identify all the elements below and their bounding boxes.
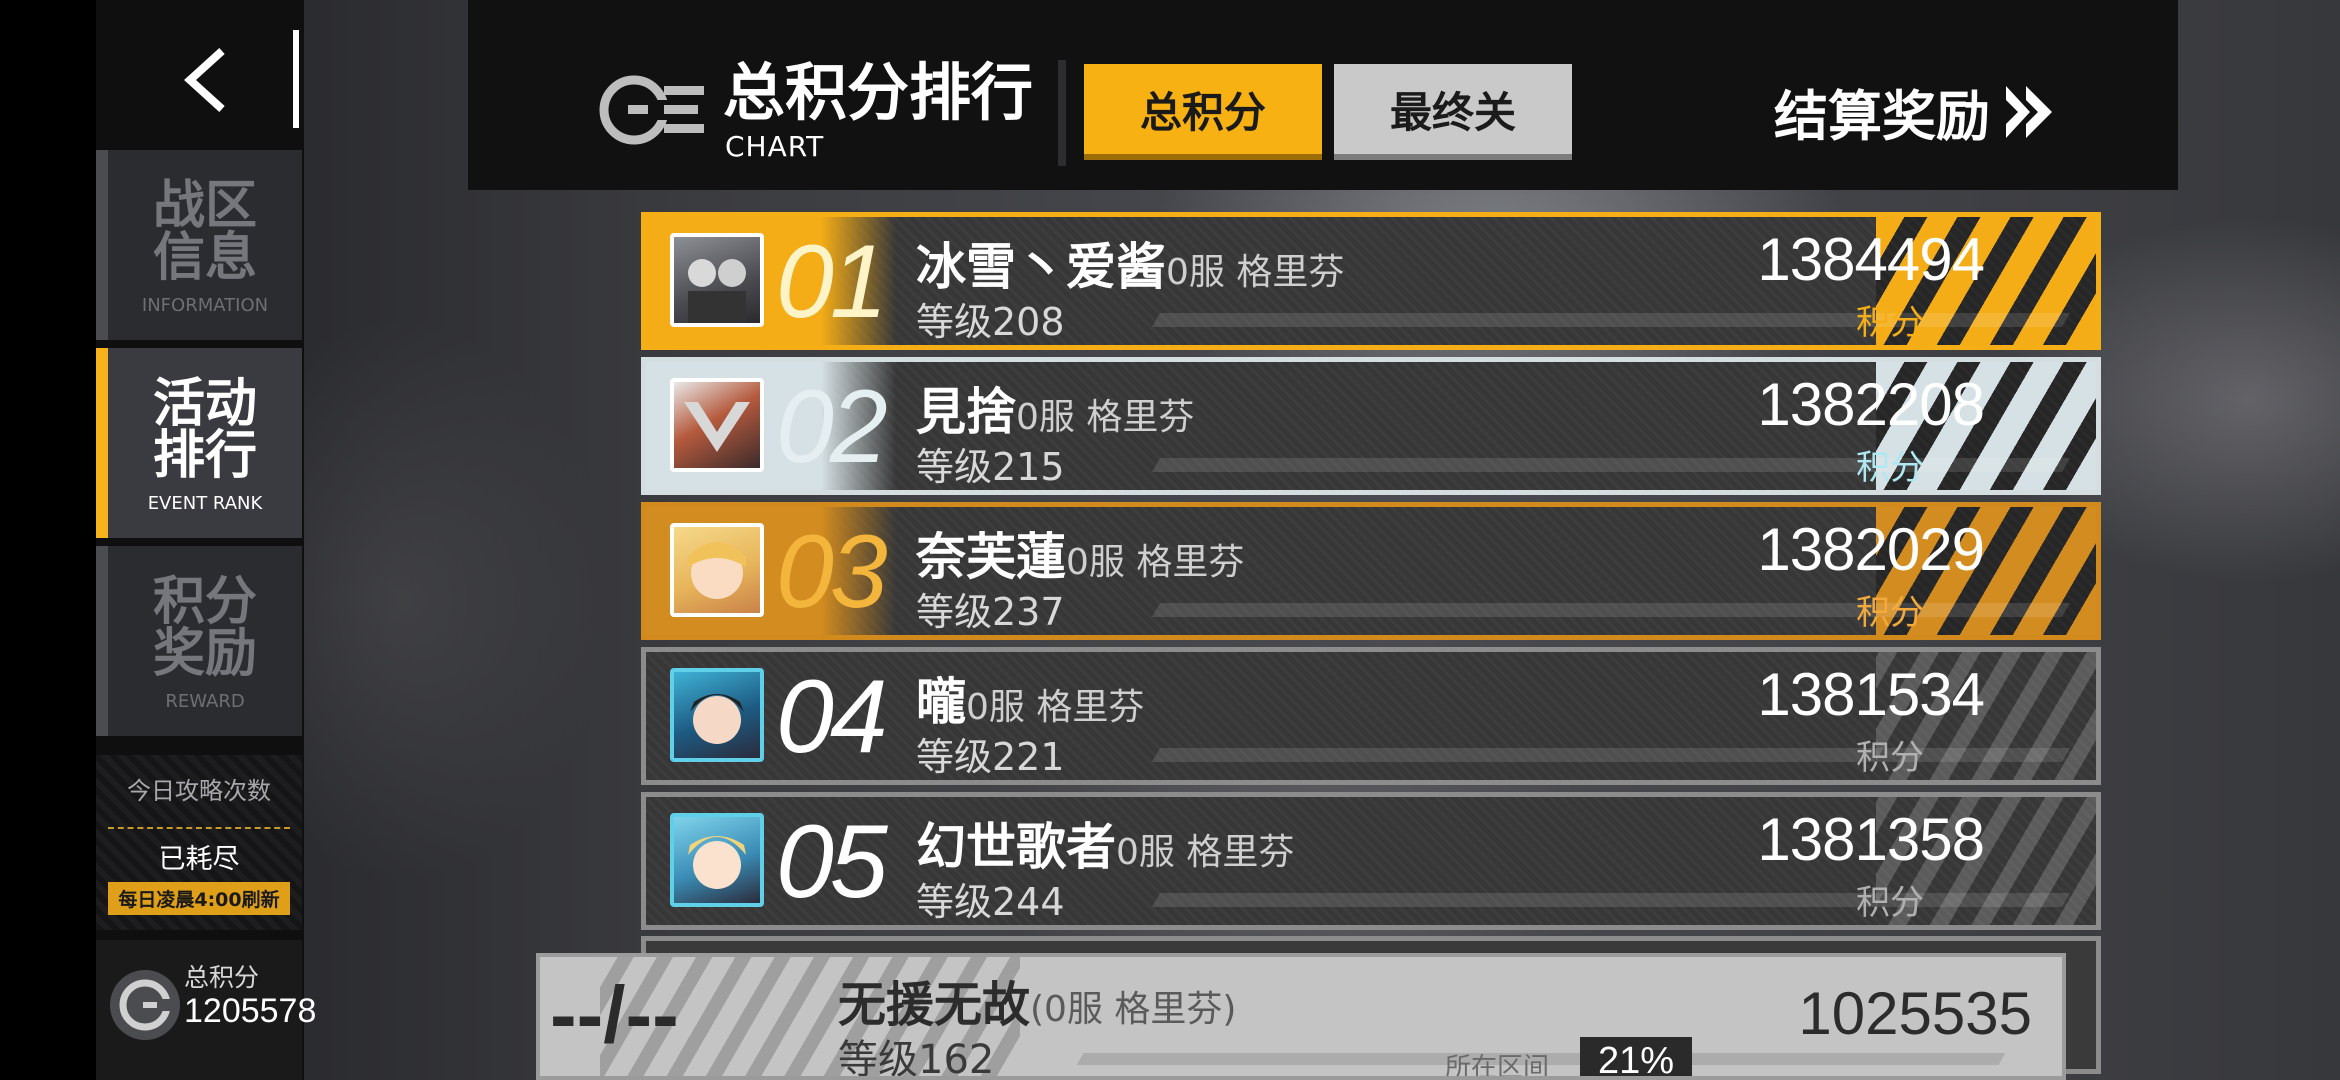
- header-bar: 总积分排行 CHART 总积分 最终关 结算奖励: [468, 0, 2178, 190]
- avatar: [670, 813, 764, 907]
- score-label: 积分: [1856, 303, 1924, 343]
- avatar: [670, 523, 764, 617]
- player-server: 0服 格里芬: [1016, 397, 1195, 438]
- left-margin: [0, 0, 96, 1080]
- player-name: 曨0服 格里芬: [916, 672, 1145, 731]
- sidebar-indicator: [96, 546, 108, 736]
- rank-number: 02: [776, 369, 888, 485]
- my-player-score: 1025535: [1798, 980, 2032, 1047]
- player-name: 冰雪丶爱酱0服 格里芬: [916, 237, 1345, 296]
- sidebar-item-label: 积分 奖励: [152, 571, 257, 684]
- player-server: 0服 格里芬: [966, 687, 1145, 728]
- page-subtitle: CHART: [725, 130, 825, 163]
- ranking-row[interactable]: 01 冰雪丶爱酱0服 格里芬 等级208 1384494 积分: [641, 212, 2101, 350]
- chart-logo-icon: [110, 970, 180, 1040]
- player-level: 等级237: [916, 590, 1065, 634]
- back-button[interactable]: [175, 45, 235, 115]
- my-player-server: (0服 格里芬): [1030, 989, 1237, 1030]
- my-player-name: 无援无故(0服 格里芬): [838, 977, 1237, 1033]
- page-title: 总积分排行: [723, 56, 1034, 129]
- rank-number: 03: [776, 514, 888, 630]
- player-score: 1381358: [1757, 806, 1985, 873]
- player-server: 0服 格里芬: [1066, 542, 1245, 583]
- player-score: 1382208: [1757, 371, 1985, 438]
- my-interval-value: 21%: [1580, 1037, 1692, 1076]
- ranking-row[interactable]: 04 曨0服 格里芬 等级221 1381534 积分: [641, 647, 2101, 785]
- my-interval-label: 所在区间: [1445, 1053, 1550, 1080]
- daily-attempts-status: 已耗尽 每日凌晨4:00刷新: [108, 827, 290, 915]
- daily-attempts-panel: 今日攻略次数 已耗尽 每日凌晨4:00刷新: [96, 755, 302, 930]
- rank-number: 04: [776, 659, 888, 775]
- back-separator: [293, 30, 299, 128]
- settle-rewards-button[interactable]: 结算奖励: [1774, 72, 2054, 151]
- total-score-label: 总积分: [184, 963, 260, 992]
- double-chevron-right-icon: [2006, 85, 2052, 138]
- my-rank-row: --/-- 无援无故(0服 格里芬) 等级162 1025535 所在区间 21…: [536, 953, 2066, 1080]
- daily-used-label: 已耗尽: [158, 844, 240, 875]
- avatar: [670, 668, 764, 762]
- player-score: 1381534: [1757, 661, 1985, 728]
- player-level: 等级244: [916, 880, 1065, 924]
- row-bar: [1151, 748, 2071, 762]
- settle-rewards-label: 结算奖励: [1774, 84, 1990, 148]
- chart-logo-icon: [599, 75, 704, 145]
- player-server: 0服 格里芬: [1166, 252, 1345, 293]
- ranking-row[interactable]: 02 見捨0服 格里芬 等级215 1382208 积分: [641, 357, 2101, 495]
- sidebar-item-sublabel: EVENT RANK: [147, 493, 263, 514]
- tab-final-stage[interactable]: 最终关: [1334, 64, 1572, 160]
- row-bar: [1151, 603, 2071, 617]
- sidebar-item-information[interactable]: 战区 信息 INFORMATION: [96, 150, 302, 340]
- score-label: 积分: [1856, 738, 1924, 778]
- tab-total-score[interactable]: 总积分: [1084, 64, 1322, 160]
- ranking-row[interactable]: 03 奈芙蓮0服 格里芬 等级237 1382029 积分: [641, 502, 2101, 640]
- sidebar-indicator: [96, 348, 108, 538]
- row-bar: [1151, 893, 2071, 907]
- player-name: 幻世歌者0服 格里芬: [916, 817, 1295, 876]
- player-level: 等级215: [916, 445, 1065, 489]
- row-bar: [1151, 313, 2071, 327]
- sidebar-item-reward[interactable]: 积分 奖励 REWARD: [96, 546, 302, 736]
- player-level: 等级221: [916, 735, 1065, 779]
- player-score: 1384494: [1757, 226, 1985, 293]
- score-label: 积分: [1856, 448, 1924, 488]
- sidebar-item-event-rank[interactable]: 活动 排行 EVENT RANK: [96, 348, 302, 538]
- player-level: 等级208: [916, 300, 1065, 344]
- sidebar-indicator: [96, 150, 108, 340]
- ranking-row[interactable]: 05 幻世歌者0服 格里芬 等级244 1381358 积分: [641, 792, 2101, 930]
- row-bar: [1151, 458, 2071, 472]
- total-score-panel: 总积分 1205578: [96, 940, 316, 1080]
- player-name: 奈芙蓮0服 格里芬: [916, 527, 1245, 586]
- sidebar-item-sublabel: REWARD: [165, 691, 245, 712]
- rank-number: 01: [776, 224, 888, 340]
- rank-number: 05: [776, 804, 888, 920]
- daily-attempts-title: 今日攻略次数: [127, 777, 271, 805]
- my-rank-number: --/--: [550, 970, 679, 1059]
- sidebar-item-label: 活动 排行: [152, 373, 257, 486]
- avatar: [670, 233, 764, 327]
- score-label: 积分: [1856, 593, 1924, 633]
- sidebar-item-label: 战区 信息: [152, 175, 257, 288]
- score-label: 积分: [1856, 883, 1924, 923]
- player-score: 1382029: [1757, 516, 1985, 583]
- header-separator: [1058, 60, 1066, 166]
- player-server: 0服 格里芬: [1116, 832, 1295, 873]
- total-score-value: 1205578: [184, 992, 317, 1030]
- sidebar-item-sublabel: INFORMATION: [141, 295, 269, 316]
- my-player-level: 等级162: [838, 1037, 995, 1080]
- player-name: 見捨0服 格里芬: [916, 382, 1195, 441]
- chevron-left-icon: [184, 48, 225, 112]
- daily-refresh-note: 每日凌晨4:00刷新: [108, 882, 290, 915]
- avatar: [670, 378, 764, 472]
